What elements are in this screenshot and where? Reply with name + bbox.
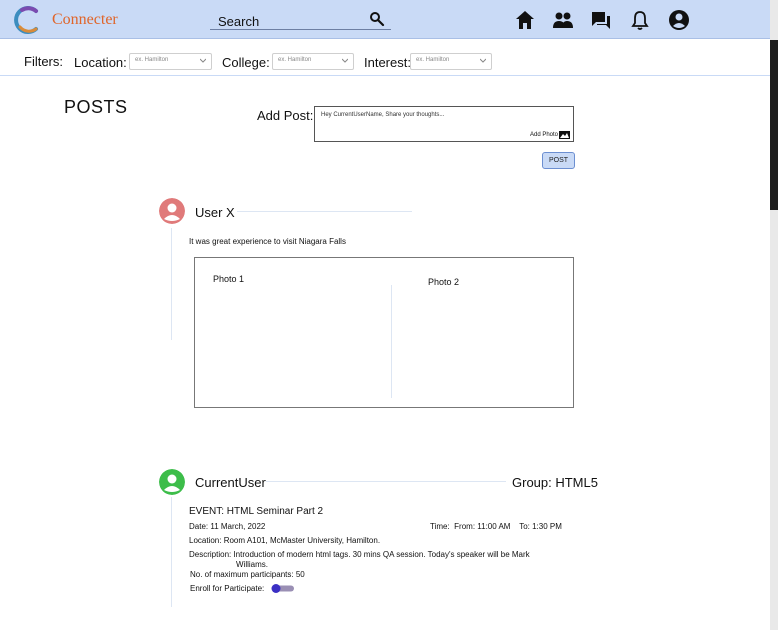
interest-select[interactable]: ex. Hamilton [410, 53, 492, 70]
bell-icon[interactable] [629, 9, 651, 31]
event-time: Time: From: 11:00 AM To: 1:30 PM [430, 522, 562, 531]
interest-label: Interest: [364, 55, 411, 70]
event-title: EVENT: HTML Seminar Part 2 [189, 506, 324, 517]
group-label[interactable]: Group: HTML5 [512, 475, 598, 490]
add-photo-icon[interactable] [559, 130, 570, 139]
event-description-cont: Williams. [236, 560, 268, 569]
post-text: It was great experience to visit Niagara… [189, 237, 346, 246]
event-max-participants: No. of maximum participants: 50 [190, 570, 305, 579]
filters-label: Filters: [24, 54, 63, 69]
event-description: Description: Introduction of modern html… [189, 550, 530, 559]
people-icon[interactable] [552, 9, 574, 31]
location-placeholder: ex. Hamilton [135, 57, 169, 63]
college-placeholder: ex. Hamilton [278, 57, 312, 63]
search-label: Search [218, 14, 260, 29]
home-icon[interactable] [514, 9, 536, 31]
divider [266, 481, 506, 482]
post-username[interactable]: User X [195, 205, 235, 220]
avatar[interactable] [159, 469, 185, 495]
account-icon[interactable] [668, 9, 690, 31]
chevron-down-icon [342, 58, 348, 63]
chevron-down-icon [480, 58, 486, 63]
divider [391, 285, 392, 398]
event-date: Date: 11 March, 2022 [189, 522, 266, 531]
thread-line [171, 497, 172, 607]
photo-gallery: Photo 1 Photo 2 [194, 257, 574, 408]
enroll-label: Enroll for Participate: [190, 584, 265, 593]
top-navbar: Connecter Search [0, 0, 770, 39]
enroll-toggle[interactable] [271, 584, 295, 593]
college-select[interactable]: ex. Hamilton [272, 53, 354, 70]
posts-title: POSTS [64, 97, 128, 117]
chevron-down-icon [200, 58, 206, 63]
photo-2[interactable]: Photo 2 [428, 277, 459, 287]
filters-bar: Filters: Location: ex. Hamilton College:… [0, 40, 770, 76]
divider [237, 211, 412, 212]
add-post-label: Add Post: [257, 108, 314, 123]
brand-name[interactable]: Connecter [52, 11, 118, 29]
add-photo-label[interactable]: Add Photo [530, 132, 558, 138]
post-username[interactable]: CurrentUser [195, 475, 266, 490]
scrollbar-thumb[interactable] [770, 40, 778, 210]
photo-1[interactable]: Photo 1 [213, 274, 244, 284]
interest-placeholder: ex. Hamilton [416, 57, 450, 63]
college-label: College: [222, 55, 270, 70]
add-post-placeholder: Hey CurrentUserName, Share your thoughts… [321, 112, 445, 118]
chat-icon[interactable] [590, 9, 612, 31]
avatar[interactable] [159, 198, 185, 224]
add-post-textarea[interactable]: Hey CurrentUserName, Share your thoughts… [314, 106, 574, 142]
event-location: Location: Room A101, McMaster University… [189, 536, 381, 545]
location-label: Location: [74, 55, 127, 70]
thread-line [171, 228, 172, 340]
search-icon[interactable] [369, 11, 385, 27]
post-button[interactable]: POST [542, 152, 575, 169]
logo-icon[interactable] [14, 5, 42, 35]
search-input[interactable]: Search [210, 11, 391, 30]
location-select[interactable]: ex. Hamilton [129, 53, 212, 70]
